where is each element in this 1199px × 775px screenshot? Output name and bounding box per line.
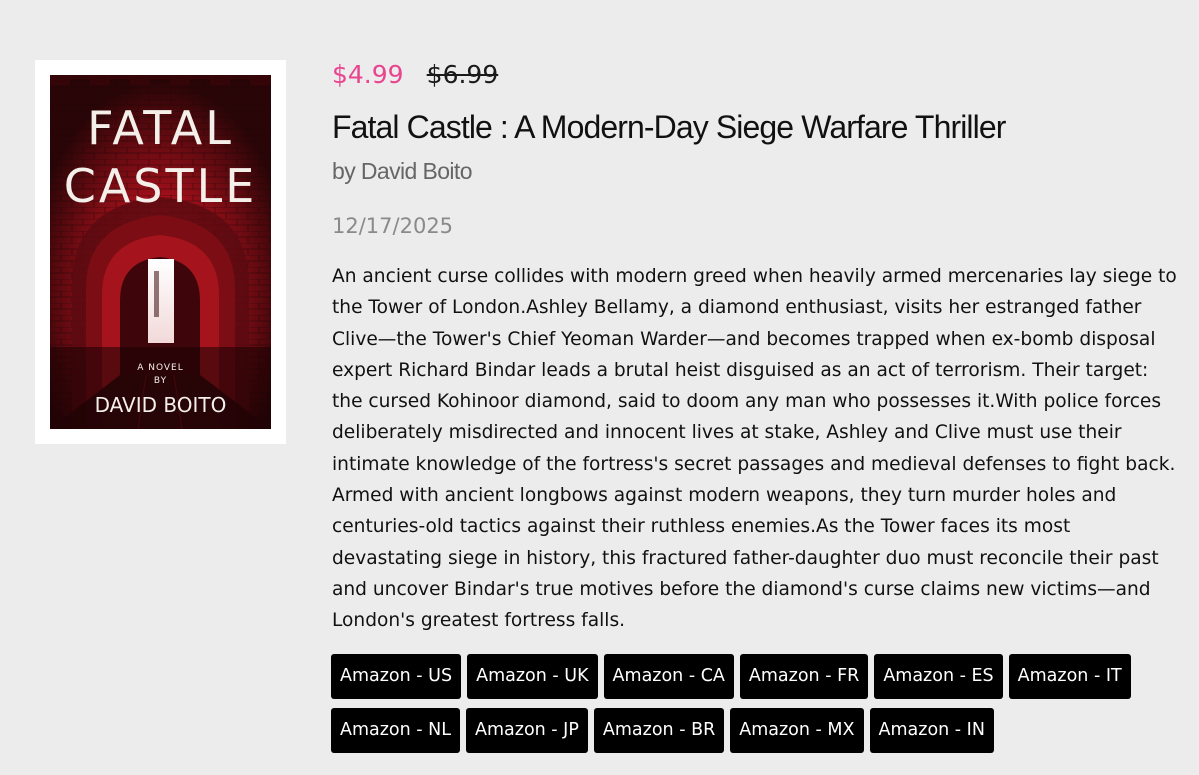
- price-row: $4.99 $6.99: [332, 60, 498, 90]
- book-cover-image: FATAL CASTLE A NOVEL BY DAVID BOITO: [50, 75, 271, 429]
- cover-tagline-by: BY: [153, 376, 168, 386]
- original-price: $6.99: [426, 60, 499, 89]
- amazon-in-button[interactable]: Amazon - IN: [869, 708, 994, 753]
- book-cover-frame: FATAL CASTLE A NOVEL BY DAVID BOITO: [35, 60, 286, 444]
- cover-title-line2: CASTLE: [63, 159, 258, 213]
- cover-tagline: A NOVEL: [137, 363, 184, 373]
- amazon-us-button[interactable]: Amazon - US: [331, 654, 462, 699]
- book-author: by David Boito: [332, 158, 473, 184]
- sale-price: $4.99: [332, 60, 404, 89]
- amazon-es-button[interactable]: Amazon - ES: [874, 654, 1003, 699]
- amazon-nl-button[interactable]: Amazon - NL: [331, 708, 461, 753]
- amazon-fr-button[interactable]: Amazon - FR: [739, 654, 869, 699]
- cover-title-line1: FATAL: [87, 101, 234, 155]
- amazon-jp-button[interactable]: Amazon - JP: [466, 708, 588, 753]
- amazon-ca-button[interactable]: Amazon - CA: [603, 654, 734, 699]
- book-title: Fatal Castle : A Modern-Day Siege Warfar…: [332, 109, 1006, 145]
- amazon-it-button[interactable]: Amazon - IT: [1008, 654, 1131, 699]
- amazon-mx-button[interactable]: Amazon - MX: [730, 708, 864, 753]
- book-description: An ancient curse collides with modern gr…: [332, 266, 1177, 632]
- publication-date: 12/17/2025: [332, 214, 454, 238]
- amazon-uk-button[interactable]: Amazon - UK: [467, 654, 598, 699]
- cover-author: DAVID BOITO: [94, 393, 227, 417]
- store-links: Amazon - US Amazon - UK Amazon - CA Amaz…: [331, 654, 1181, 753]
- amazon-br-button[interactable]: Amazon - BR: [593, 708, 725, 753]
